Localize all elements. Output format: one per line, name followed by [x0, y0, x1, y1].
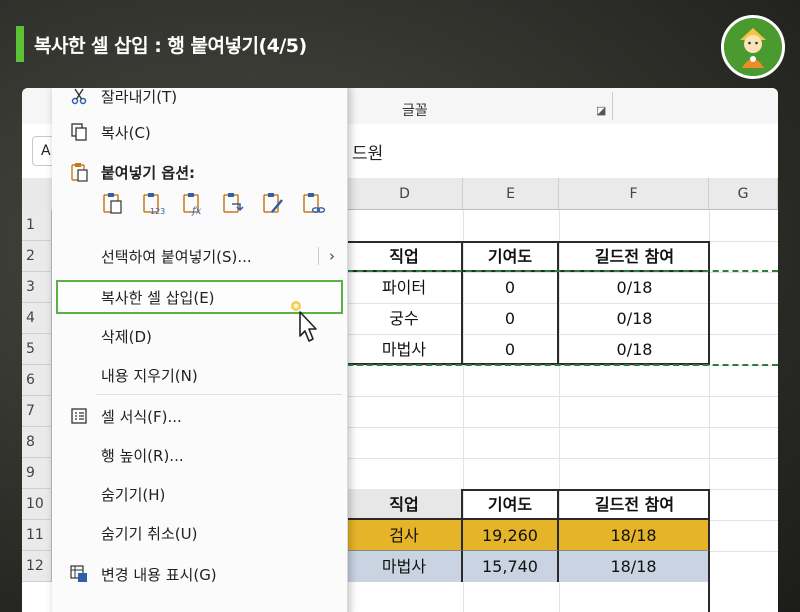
row-header[interactable]: 10 [22, 489, 52, 520]
mouse-cursor-icon [290, 300, 326, 348]
menu-item-show-changes[interactable]: 변경 내용 표시(G) [52, 556, 347, 592]
menu-label: 삭제(D) [101, 327, 152, 346]
menu-separator [96, 394, 342, 395]
menu-item-row-height[interactable]: 행 높이(R)... [52, 437, 347, 473]
menu-label: 숨기기 취소(U) [101, 524, 198, 543]
table-cell[interactable]: 0/18 [559, 272, 710, 303]
row-header[interactable]: 4 [22, 303, 52, 334]
paste-formulas-icon[interactable]: fx [180, 190, 206, 217]
menu-label: 숨기기(H) [101, 485, 166, 504]
table-cell[interactable]: 15,740 [463, 551, 559, 582]
column-header-d[interactable]: D [347, 178, 463, 210]
ribbon-group-label: 글꼴 [402, 103, 428, 119]
transpose-icon[interactable] [220, 190, 246, 216]
copy-marquee-top [347, 270, 778, 272]
slide-title: 복사한 셀 삽입 : 행 붙여넣기(4/5) [34, 34, 307, 57]
table-header-cell[interactable]: 길드전 참여 [559, 241, 710, 272]
table-cell[interactable]: 마법사 [347, 334, 463, 365]
table-cell[interactable]: 궁수 [347, 303, 463, 334]
paste-icon[interactable] [100, 190, 126, 216]
table-cell[interactable]: 파이터 [347, 272, 463, 303]
menu-label: 붙여넣기 옵션: [101, 163, 196, 182]
svg-text:123: 123 [150, 207, 165, 216]
format-cells-icon [68, 405, 90, 427]
row-header[interactable]: 5 [22, 334, 52, 365]
row-header[interactable]: 6 [22, 365, 52, 396]
table-cell[interactable]: 19,260 [463, 520, 559, 551]
table-cell[interactable]: 18/18 [559, 551, 710, 582]
menu-item-cut[interactable]: 잘라내기(T) [52, 88, 347, 114]
row-header[interactable]: 12 [22, 551, 52, 582]
row-header[interactable]: 8 [22, 427, 52, 458]
table-header-cell[interactable]: 길드전 참여 [559, 489, 710, 520]
chevron-right-icon[interactable]: › [329, 247, 335, 265]
table-cell[interactable]: 검사 [347, 520, 463, 551]
formula-value[interactable]: 드원 [352, 139, 383, 164]
slide-title-bar: 복사한 셀 삽입 : 행 붙여넣기(4/5) [16, 26, 307, 62]
row-header[interactable]: 2 [22, 241, 52, 272]
table-cell[interactable]: 0/18 [559, 334, 710, 365]
menu-label: 내용 지우기(N) [101, 366, 198, 385]
row-header[interactable]: 9 [22, 458, 52, 489]
table-header-cell[interactable]: 기여도 [463, 489, 559, 520]
table-header-cell[interactable]: 직업 [347, 241, 463, 272]
show-changes-icon [68, 563, 90, 585]
row-header[interactable]: 7 [22, 396, 52, 427]
menu-item-paste-options: 붙여넣기 옵션: [52, 154, 347, 190]
menu-label: 잘라내기(T) [101, 88, 178, 106]
menu-label: 행 높이(R)... [101, 446, 184, 465]
clipboard-icon [68, 161, 90, 183]
svg-text:fx: fx [191, 206, 202, 216]
title-accent-bar [16, 26, 24, 62]
excel-window: 글꼴 ◪ A 드원 D E F G 1 2 3 4 5 6 7 8 9 10 1… [22, 88, 778, 612]
menu-label: 셀 서식(F)... [101, 407, 182, 426]
table-cell[interactable]: 18/18 [559, 520, 710, 551]
menu-item-clear-contents[interactable]: 내용 지우기(N) [52, 357, 347, 393]
dialog-launcher-icon[interactable]: ◪ [596, 104, 606, 117]
menu-item-unhide[interactable]: 숨기기 취소(U) [52, 515, 347, 551]
table-header-cell[interactable]: 기여도 [463, 241, 559, 272]
context-menu: 잘라내기(T) 복사(C) 붙여넣기 옵션: 123 fx 선택하여 붙여넣기(… [52, 88, 348, 612]
column-header-g[interactable]: G [709, 178, 778, 210]
copy-marquee-bottom [347, 364, 778, 366]
submenu-separator [318, 247, 319, 265]
table-cell[interactable]: 0/18 [559, 303, 710, 334]
column-header-e[interactable]: E [463, 178, 559, 210]
menu-item-copy[interactable]: 복사(C) [52, 114, 347, 150]
table-cell[interactable]: 0 [463, 334, 559, 365]
table-cell[interactable]: 0 [463, 303, 559, 334]
paste-values-icon[interactable]: 123 [140, 190, 166, 216]
row-header[interactable]: 1 [22, 210, 52, 241]
row-header[interactable]: 3 [22, 272, 52, 303]
column-header-f[interactable]: F [559, 178, 709, 210]
menu-label: 선택하여 붙여넣기(S)... [101, 247, 252, 266]
scissors-icon [68, 88, 90, 107]
ribbon-separator [612, 92, 613, 120]
paste-link-icon[interactable] [300, 190, 326, 216]
menu-item-format-cells[interactable]: 셀 서식(F)... [52, 398, 347, 434]
paste-formatting-icon[interactable] [260, 190, 286, 216]
menu-label: 변경 내용 표시(G) [101, 565, 217, 584]
table-cell[interactable]: 마법사 [347, 551, 463, 582]
paste-options-row: 123 fx [100, 190, 326, 217]
menu-item-hide[interactable]: 숨기기(H) [52, 476, 347, 512]
menu-label: 복사한 셀 삽입(E) [101, 288, 215, 307]
menu-item-paste-special[interactable]: 선택하여 붙여넣기(S)... › [52, 238, 347, 274]
select-all-corner[interactable] [22, 178, 53, 211]
mascot-logo [721, 15, 785, 79]
table-cell[interactable]: 0 [463, 272, 559, 303]
table-header-cell[interactable]: 직업 [347, 489, 463, 520]
row-header[interactable]: 11 [22, 520, 52, 551]
copy-icon [68, 121, 90, 143]
menu-label: 복사(C) [101, 123, 151, 142]
